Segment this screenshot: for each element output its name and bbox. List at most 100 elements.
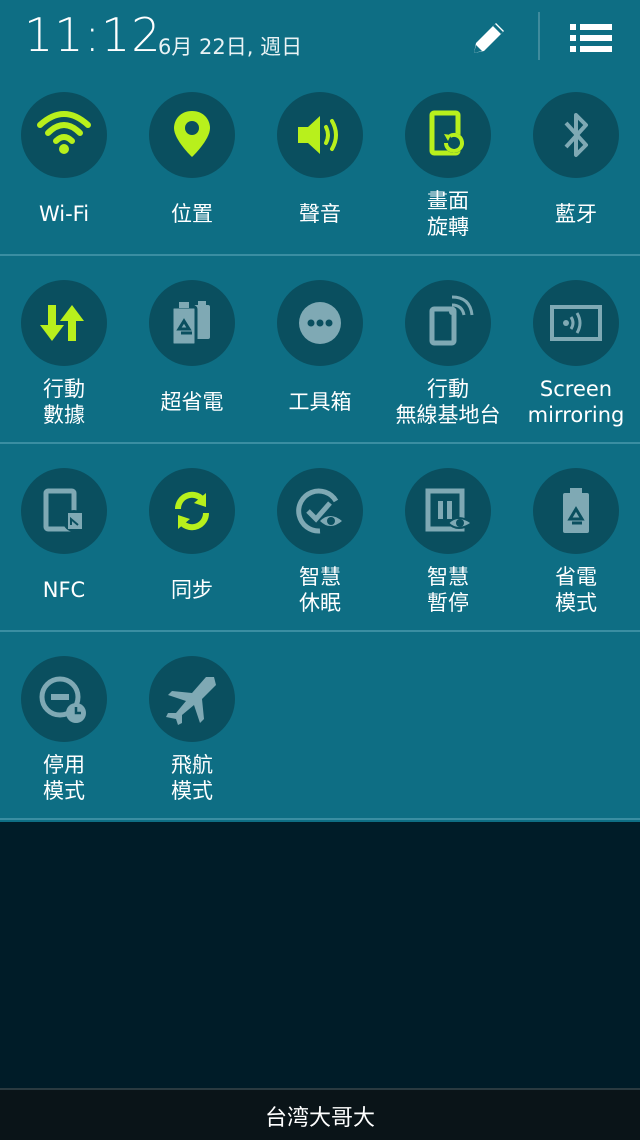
toggle-label-line: 聲音	[299, 202, 341, 226]
toggle-label: 位置	[128, 201, 256, 227]
toggle-circle[interactable]	[405, 468, 491, 554]
toggle-bluetooth[interactable]: 藍牙	[512, 76, 640, 264]
quick-settings-panel: 11:12 6月 22日, 週日 Wi-Fi 位置 聲音 畫面 旋轉 藍牙 行動 數據 超省電 工…	[0, 0, 640, 822]
toggle-toolbox[interactable]: 工具箱	[256, 264, 384, 452]
toggle-label: 飛航 模式	[128, 752, 256, 804]
toggle-sound[interactable]: 聲音	[256, 76, 384, 264]
toggle-label-line: 省電	[555, 565, 597, 589]
toggle-circle[interactable]	[277, 468, 363, 554]
toggle-label-line: 停用	[43, 753, 85, 777]
nfc-icon	[43, 488, 85, 532]
toggle-label-line: Wi-Fi	[38, 202, 90, 226]
toggle-label-line: 行動	[427, 377, 469, 401]
toggle-label-line: 數據	[43, 403, 85, 427]
toggle-label: 聲音	[256, 201, 384, 227]
blocking-mode-icon	[39, 676, 86, 723]
screen-rotation-icon	[429, 110, 464, 156]
toggle-circle[interactable]	[533, 280, 619, 366]
smart-stay-icon	[296, 488, 342, 534]
mobile-hotspot-icon	[429, 295, 474, 346]
toggle-ultra-power-saving[interactable]: 超省電	[128, 264, 256, 452]
carrier-name: 台湾大哥大	[264, 1106, 375, 1131]
toggle-label-line: 智慧	[299, 565, 341, 589]
toggle-sync[interactable]: 同步	[128, 452, 256, 640]
toggle-label-line: 暫停	[427, 591, 469, 615]
toggle-label: 工具箱	[256, 389, 384, 415]
pencil-icon	[474, 23, 504, 53]
airplane-icon	[166, 677, 216, 725]
toolbox-icon	[299, 302, 341, 344]
toggle-screen-mirroring[interactable]: Screen mirroring	[512, 264, 640, 452]
edit-button[interactable]	[462, 14, 516, 62]
toggle-circle[interactable]	[21, 468, 107, 554]
toggle-circle[interactable]	[21, 92, 107, 178]
toggle-label-line: 藍牙	[555, 202, 597, 226]
toggle-label-line: 畫面	[427, 189, 469, 213]
toggle-label-line: 模式	[43, 779, 85, 803]
toggle-label-line: 旋轉	[427, 215, 469, 239]
bluetooth-icon	[564, 113, 588, 157]
toggle-circle[interactable]	[21, 280, 107, 366]
clock: 11:12	[24, 8, 162, 62]
power-saving-icon	[563, 488, 589, 533]
toggle-label-line: 休眠	[299, 591, 341, 615]
toggle-circle[interactable]	[277, 92, 363, 178]
toggle-label-line: 模式	[555, 591, 597, 615]
toggle-label-line: 超省電	[160, 390, 224, 414]
toggle-circle[interactable]	[149, 656, 235, 742]
toggle-label: 省電 模式	[512, 564, 640, 616]
toggle-circle[interactable]	[149, 92, 235, 178]
mobile-data-icon	[40, 305, 84, 341]
toggle-label-line: 模式	[171, 779, 213, 803]
toggle-label: 智慧 暫停	[384, 564, 512, 616]
toggle-label-line: mirroring	[527, 403, 625, 427]
toggle-circle[interactable]	[405, 92, 491, 178]
location-icon	[174, 111, 210, 157]
header: 11:12 6月 22日, 週日	[0, 0, 640, 76]
header-divider	[538, 12, 540, 60]
toggle-circle[interactable]	[277, 280, 363, 366]
toggle-label: 藍牙	[512, 201, 640, 227]
quick-settings-row: NFC 同步 智慧 休眠 智慧 暫停 省電 模式	[0, 452, 640, 640]
toggle-label-line: NFC	[42, 578, 86, 602]
list-view-button[interactable]	[564, 14, 618, 62]
toggle-smart-stay[interactable]: 智慧 休眠	[256, 452, 384, 640]
toggle-label: 行動 數據	[0, 376, 128, 428]
screen-mirroring-icon	[550, 305, 602, 341]
toggle-mobile-data[interactable]: 行動 數據	[0, 264, 128, 452]
toggle-label-line: Screen	[539, 377, 613, 401]
toggle-label-line: 行動	[43, 377, 85, 401]
toggle-location[interactable]: 位置	[128, 76, 256, 264]
toggle-label-line: 工具箱	[288, 390, 352, 414]
toggle-circle[interactable]	[533, 468, 619, 554]
ultra-power-saving-icon	[170, 301, 210, 347]
toggle-nfc[interactable]: NFC	[0, 452, 128, 640]
toggle-wifi[interactable]: Wi-Fi	[0, 76, 128, 264]
toggle-label: Wi-Fi	[0, 201, 128, 227]
toggle-circle[interactable]	[149, 280, 235, 366]
toggle-circle[interactable]	[21, 656, 107, 742]
list-icon	[570, 24, 612, 52]
toggle-circle[interactable]	[149, 468, 235, 554]
toggle-label-line: 位置	[171, 202, 213, 226]
toggle-label: Screen mirroring	[512, 376, 640, 428]
toggle-label-line: 無線基地台	[395, 403, 501, 427]
toggle-mobile-hotspot[interactable]: 行動 無線基地台	[384, 264, 512, 452]
toggle-blocking-mode[interactable]: 停用 模式	[0, 640, 128, 828]
wifi-icon	[37, 111, 91, 154]
toggle-label: 智慧 休眠	[256, 564, 384, 616]
toggle-circle[interactable]	[405, 280, 491, 366]
toggle-screen-rotation[interactable]: 畫面 旋轉	[384, 76, 512, 264]
toggle-label-line: 同步	[171, 578, 213, 602]
toggle-label: 同步	[128, 577, 256, 603]
toggle-label: 行動 無線基地台	[384, 376, 512, 428]
quick-settings-row: 行動 數據 超省電 工具箱 行動 無線基地台 Screen mirroring	[0, 264, 640, 452]
toggle-label: 超省電	[128, 389, 256, 415]
toggle-smart-pause[interactable]: 智慧 暫停	[384, 452, 512, 640]
toggle-airplane[interactable]: 飛航 模式	[128, 640, 256, 828]
toggle-power-saving[interactable]: 省電 模式	[512, 452, 640, 640]
toggle-circle[interactable]	[533, 92, 619, 178]
smart-pause-icon	[425, 488, 474, 532]
toggle-label: 畫面 旋轉	[384, 188, 512, 240]
sync-icon	[174, 491, 210, 531]
